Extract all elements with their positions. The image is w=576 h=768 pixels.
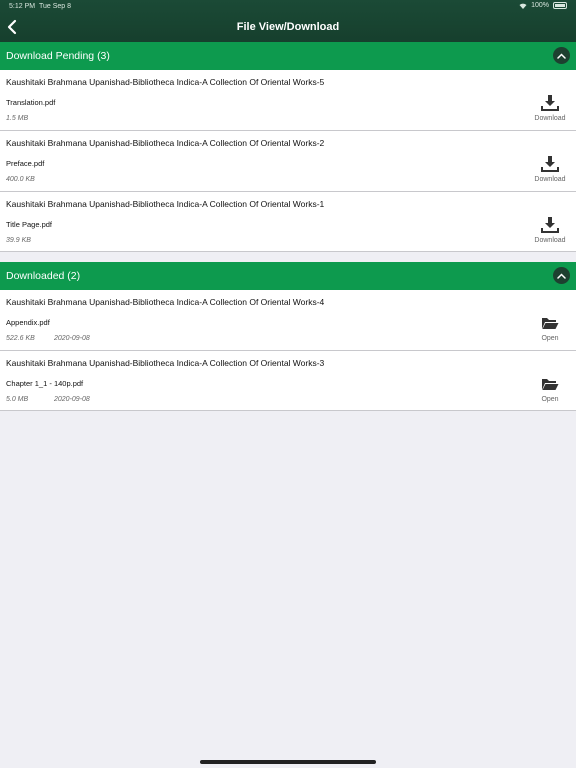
item-filename: Title Page.pdf — [6, 220, 52, 229]
chevron-up-icon[interactable] — [553, 267, 570, 284]
wifi-icon — [519, 3, 527, 9]
item-title: Kaushitaki Brahmana Upanishad-Bibliothec… — [6, 297, 325, 307]
pending-list: Kaushitaki Brahmana Upanishad-Bibliothec… — [0, 70, 576, 252]
status-time-text: 5:12 PM — [9, 3, 36, 10]
status-indicators: 100% — [519, 2, 567, 9]
section-pending-label: Download Pending (3) — [6, 50, 110, 62]
item-filename: Preface.pdf — [6, 159, 45, 168]
item-filename: Appendix.pdf — [6, 318, 50, 327]
download-button[interactable]: Download — [530, 155, 570, 183]
open-label: Open — [541, 396, 559, 403]
item-filename: Chapter 1_1 - 140p.pdf — [6, 379, 84, 388]
download-button[interactable]: Download — [530, 216, 570, 244]
item-filename: Translation.pdf — [6, 98, 56, 107]
section-header-pending[interactable]: Download Pending (3) — [0, 42, 576, 70]
folder-open-icon — [542, 379, 559, 390]
download-label: Download — [534, 176, 566, 183]
download-icon — [541, 156, 559, 172]
status-bar: 5:12 PM Tue Sep 8 100% — [0, 0, 576, 13]
page-title: File View/Download — [236, 21, 340, 33]
item-size: 522.6 KB — [6, 335, 35, 342]
download-icon — [541, 217, 559, 233]
list-item[interactable]: Kaushitaki Brahmana Upanishad-Bibliothec… — [0, 351, 576, 411]
download-label: Download — [534, 237, 566, 244]
battery-icon — [553, 2, 567, 9]
item-size: 400.0 KB — [6, 176, 35, 183]
item-title: Kaushitaki Brahmana Upanishad-Bibliothec… — [6, 77, 325, 87]
download-icon — [541, 95, 559, 111]
list-item[interactable]: Kaushitaki Brahmana Upanishad-Bibliothec… — [0, 192, 576, 252]
item-size: 5.0 MB — [6, 396, 29, 403]
downloaded-list: Kaushitaki Brahmana Upanishad-Bibliothec… — [0, 290, 576, 411]
folder-open-icon — [542, 318, 559, 329]
chevron-up-icon[interactable] — [553, 47, 570, 64]
section-downloaded-label: Downloaded (2) — [6, 270, 81, 282]
open-button[interactable]: Open — [530, 375, 570, 403]
status-date-text: Tue Sep 8 — [38, 3, 72, 10]
item-title: Kaushitaki Brahmana Upanishad-Bibliothec… — [6, 199, 325, 209]
list-item[interactable]: Kaushitaki Brahmana Upanishad-Bibliothec… — [0, 131, 576, 192]
item-size: 39.9 KB — [6, 237, 31, 244]
download-button[interactable]: Download — [530, 94, 570, 122]
navigation-bar: 5:12 PM Tue Sep 8 100% File View/Downloa… — [0, 0, 576, 42]
item-title: Kaushitaki Brahmana Upanishad-Bibliothec… — [6, 358, 325, 368]
battery-percent: 100% — [531, 2, 549, 9]
home-indicator[interactable] — [200, 760, 376, 764]
item-date: 2020-09-08 — [54, 335, 90, 342]
section-header-downloaded[interactable]: Downloaded (2) — [0, 262, 576, 290]
list-item[interactable]: Kaushitaki Brahmana Upanishad-Bibliothec… — [0, 70, 576, 131]
open-label: Open — [541, 335, 559, 342]
open-button[interactable]: Open — [530, 314, 570, 342]
list-item[interactable]: Kaushitaki Brahmana Upanishad-Bibliothec… — [0, 290, 576, 351]
item-date: 2020-09-08 — [54, 396, 90, 403]
item-title: Kaushitaki Brahmana Upanishad-Bibliothec… — [6, 138, 325, 148]
download-label: Download — [534, 115, 566, 122]
status-time: 5:12 PM Tue Sep 8 — [9, 3, 71, 10]
item-size: 1.5 MB — [6, 115, 29, 122]
